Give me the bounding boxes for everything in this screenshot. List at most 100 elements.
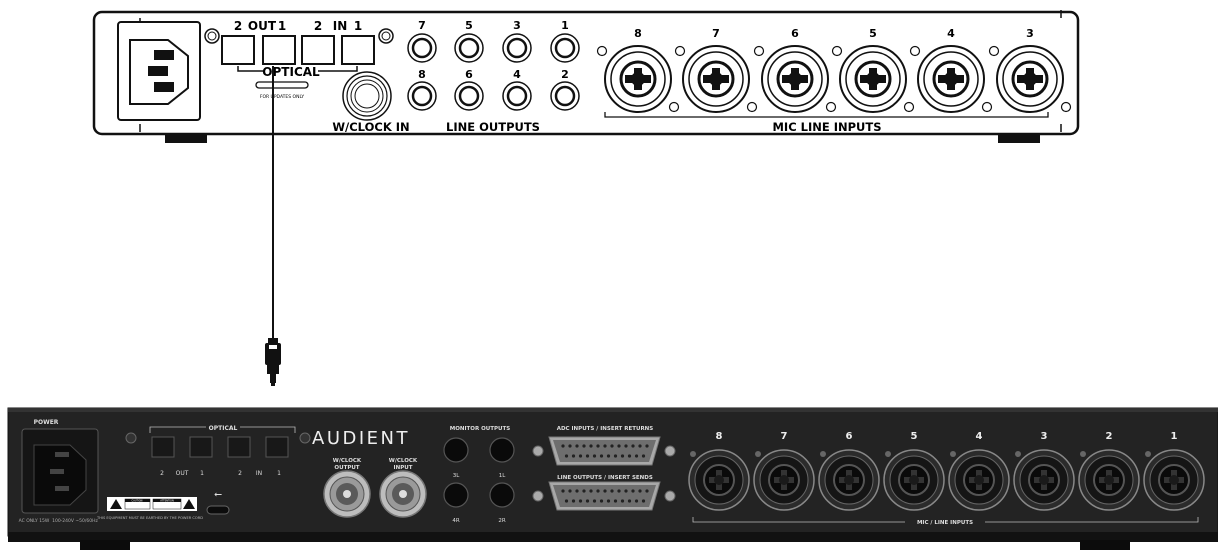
bottom-optical-num: 2	[160, 470, 164, 477]
bottom-wclock-input-label: W/CLOCK	[389, 458, 418, 464]
bottom-wclock-input-label: INPUT	[394, 465, 413, 471]
top-mic-num: 3	[1026, 27, 1034, 40]
top-line-out-num: 3	[513, 19, 521, 32]
bottom-optical-num: IN	[256, 470, 262, 477]
top-line-out-jack[interactable]	[502, 33, 532, 63]
top-unit-foot-right	[998, 133, 1040, 143]
top-wclock-label: W/CLOCK IN	[332, 120, 409, 134]
top-line-out-num: 6	[465, 68, 473, 81]
bottom-mic-combo-input[interactable]	[1013, 449, 1075, 511]
top-line-out-jack[interactable]	[550, 33, 580, 63]
top-mic-num: 4	[947, 27, 955, 40]
bottom-optical-port[interactable]	[151, 436, 175, 458]
bottom-mic-combo-input[interactable]	[948, 449, 1010, 511]
top-line-out-num: 1	[561, 19, 569, 32]
top-mic-num: 6	[791, 27, 799, 40]
bottom-optical-port[interactable]	[227, 436, 251, 458]
top-optical-num-1a: 1	[278, 19, 286, 33]
top-unit-foot-left	[165, 133, 207, 143]
top-line-out-jack[interactable]	[454, 33, 484, 63]
bottom-mic-combo-input[interactable]	[1078, 449, 1140, 511]
top-unit: 2 OUT 1 2 IN 1 OPTICAL FOR UPDATES ONLY …	[92, 10, 1080, 143]
attention-text: ATTENTION	[160, 500, 174, 503]
bottom-wclock-output-label: W/CLOCK	[333, 458, 362, 464]
bottom-mic-num: 3	[1041, 431, 1048, 442]
top-optical-out-label: OUT	[248, 19, 277, 33]
top-line-out-num: 5	[465, 19, 473, 32]
bottom-wclock-output-bnc[interactable]	[323, 470, 371, 518]
adc-inputs-label: ADC INPUTS / INSERT RETURNS	[557, 426, 654, 432]
top-line-out-num: 2	[561, 68, 569, 81]
bottom-power-label: POWER	[34, 419, 59, 426]
top-optical-num-2a: 2	[234, 19, 242, 33]
iec-power-inlet	[117, 21, 201, 121]
bottom-optical-num: 1	[200, 470, 204, 477]
bottom-optical-num: 2	[238, 470, 242, 477]
top-optical-num-2b: 2	[314, 19, 322, 33]
monitor-jack-label: 1L	[499, 473, 506, 479]
top-line-out-num: 4	[513, 68, 521, 81]
top-mic-label: MIC LINE INPUTS	[772, 120, 881, 134]
connection-diagram: 2 OUT 1 2 IN 1 OPTICAL FOR UPDATES ONLY …	[7, 10, 1218, 550]
brand-logo: AUDIENT	[312, 428, 410, 449]
top-optical-num-1b: 1	[354, 19, 362, 33]
top-line-out-jack[interactable]	[407, 81, 437, 111]
top-usb-port[interactable]	[255, 81, 309, 89]
bottom-mic-num: 6	[846, 431, 853, 442]
bottom-wclock-input-bnc[interactable]	[379, 470, 427, 518]
top-line-out-label: LINE OUTPUTS	[446, 120, 540, 134]
bottom-mic-combo-input[interactable]	[1143, 449, 1205, 511]
top-line-out-num: 8	[418, 68, 426, 81]
bottom-optical-num: OUT	[176, 470, 189, 477]
bottom-mic-combo-input[interactable]	[688, 449, 750, 511]
bottom-wclock-output-label: OUTPUT	[334, 465, 359, 471]
top-optical-out-1-port[interactable]	[262, 35, 296, 65]
bottom-optical-port[interactable]	[189, 436, 213, 458]
bottom-mic-num: 4	[976, 431, 983, 442]
top-optical-in-1-port[interactable]	[341, 35, 375, 65]
bottom-mic-num: 1	[1171, 431, 1178, 442]
top-mic-num: 5	[869, 27, 877, 40]
monitor-outputs-label: MONITOR OUTPUTS	[450, 426, 511, 432]
bottom-optical-num: 1	[277, 470, 281, 477]
monitor-jack[interactable]	[489, 482, 515, 508]
monitor-jack-label: 3L	[453, 473, 460, 479]
top-line-out-jack[interactable]	[407, 33, 437, 63]
top-usb-label: FOR UPDATES ONLY	[260, 94, 305, 100]
bottom-optical-label: OPTICAL	[209, 425, 238, 432]
top-optical-out-2-port[interactable]	[221, 35, 255, 65]
monitor-jack-label: 2R	[498, 518, 505, 524]
warning-text: THIS EQUIPMENT MUST BE EARTHED BY THE PO…	[96, 516, 203, 520]
top-line-out-jack[interactable]	[454, 81, 484, 111]
bottom-unit: POWER AC ONLY 15W 100-240V ~50/60Hz OPTI…	[7, 407, 1218, 550]
bottom-mic-combo-input[interactable]	[753, 449, 815, 511]
line-outputs-sends-label: LINE OUTPUTS / INSERT SENDS	[557, 475, 653, 481]
bottom-ac-info: AC ONLY 15W	[19, 518, 50, 524]
bottom-mic-num: 7	[781, 431, 788, 442]
bottom-mic-combo-input[interactable]	[818, 449, 880, 511]
monitor-jack[interactable]	[443, 482, 469, 508]
bottom-voltage-info: 100-240V ~50/60Hz	[52, 518, 98, 524]
monitor-jack[interactable]	[443, 437, 469, 463]
bottom-mic-num: 8	[716, 431, 723, 442]
bottom-mic-num: 2	[1106, 431, 1113, 442]
warning-label: CAUTION ATTENTION	[107, 497, 197, 511]
bottom-mic-num: 5	[911, 431, 918, 442]
bottom-optical-port[interactable]	[265, 436, 289, 458]
top-optical-in-label: IN	[333, 19, 348, 33]
monitor-jack-label: 4R	[452, 518, 459, 524]
usb-icon: ⭠	[214, 489, 222, 500]
top-line-out-num: 7	[418, 19, 426, 32]
top-line-out-jack[interactable]	[502, 81, 532, 111]
monitor-jack[interactable]	[489, 437, 515, 463]
top-wclock-in-connector[interactable]	[342, 71, 392, 121]
top-mic-num: 7	[712, 27, 720, 40]
bottom-usb-port[interactable]	[206, 505, 230, 515]
top-mic-num: 8	[634, 27, 642, 40]
caution-text: CAUTION	[132, 500, 143, 503]
top-line-out-jack[interactable]	[550, 81, 580, 111]
bottom-mic-combo-input[interactable]	[883, 449, 945, 511]
top-optical-in-2-port[interactable]	[301, 35, 335, 65]
bottom-mic-label: MIC / LINE INPUTS	[917, 520, 973, 526]
top-optical-label: OPTICAL	[262, 65, 320, 79]
